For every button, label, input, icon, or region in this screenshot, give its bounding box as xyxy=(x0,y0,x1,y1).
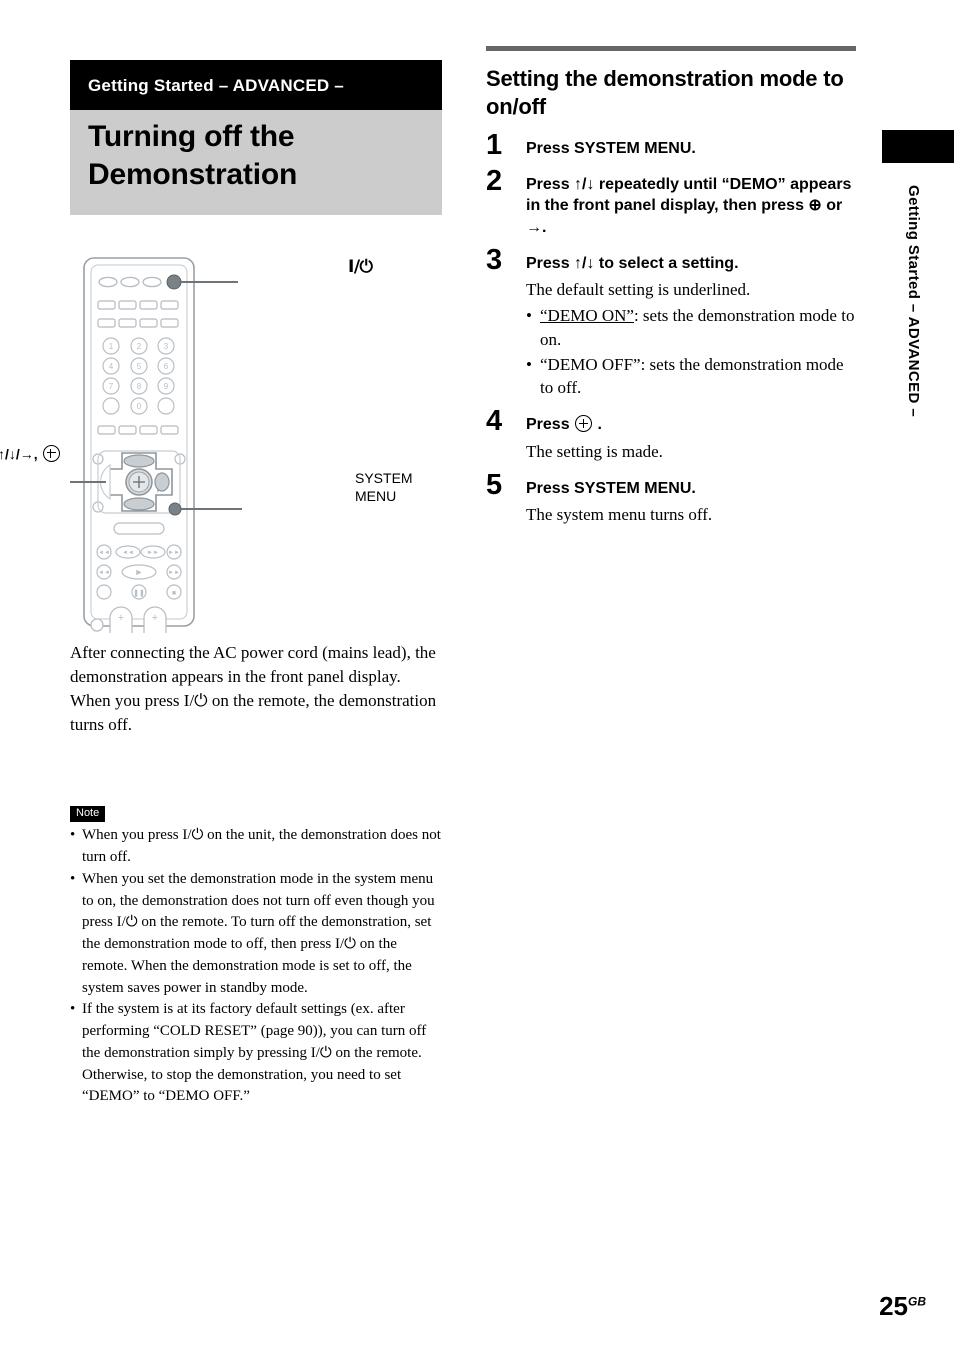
enter-circle-plus-icon xyxy=(575,415,593,433)
page-title: Turning off the Demonstration xyxy=(70,110,442,215)
nav-arrows-label: ↑/↓/→, xyxy=(0,445,38,462)
page-number-suffix: GB xyxy=(908,1294,926,1309)
svg-text:◄◄: ◄◄ xyxy=(98,550,110,556)
step-body: The setting is made. xyxy=(526,441,663,461)
system-menu-label-line1: SYSTEM xyxy=(355,469,413,486)
list-item: When you press I/⏻ on the unit, the demo… xyxy=(70,825,442,869)
remote-control-diagram: 1 2 3 4 5 6 7 8 9 0 ◄◄ ►► ◄◄ ►► ◄◄ ►► ► ❚❚ ■ +… xyxy=(70,256,242,633)
note-badge: Note xyxy=(70,806,106,823)
callout-label-system-menu: SYSTEM MENU xyxy=(355,469,413,505)
svg-text:►►: ►► xyxy=(168,570,180,576)
remote-system-menu-button xyxy=(168,502,182,516)
left-column: Getting Started – ADVANCED – Turning off… xyxy=(0,0,442,1108)
step-heading: Press SYSTEM MENU. xyxy=(526,479,696,497)
step-heading: Press ↑/↓ to select a setting. xyxy=(526,254,739,272)
chapter-band: Getting Started – ADVANCED – xyxy=(70,60,442,110)
svg-text:7: 7 xyxy=(109,382,114,391)
step-number: 3 xyxy=(486,243,503,276)
right-column: Setting the demonstration mode to on/off… xyxy=(486,46,858,527)
svg-text:1: 1 xyxy=(109,342,114,351)
step-number: 2 xyxy=(486,164,503,197)
list-item: When you set the demonstration mode in t… xyxy=(70,869,442,1000)
callout-label-nav: ↑/↓/→, xyxy=(0,444,61,462)
svg-text:6: 6 xyxy=(164,362,169,371)
svg-text:►►: ►► xyxy=(168,550,180,556)
callout-label-power: I/⏻ xyxy=(348,256,373,277)
svg-text:►►: ►► xyxy=(147,550,159,556)
step-number: 1 xyxy=(486,129,503,162)
step-number: 4 xyxy=(486,405,503,438)
svg-text:2: 2 xyxy=(137,342,142,351)
step-2: 2 Press ↑/↓ repeatedly until “DEMO” appe… xyxy=(486,166,858,239)
section-rule xyxy=(486,46,856,51)
step-body: The system menu turns off. xyxy=(526,505,713,525)
list-item: If the system is at its factory default … xyxy=(70,999,442,1108)
step-5: 5 Press SYSTEM MENU. The system menu tur… xyxy=(486,470,858,527)
page-number: 25GB xyxy=(879,1291,926,1322)
enter-circle-plus-icon xyxy=(42,444,60,462)
svg-text:+: + xyxy=(118,612,124,624)
step-3: 3 Press ↑/↓ to select a setting. The def… xyxy=(486,245,858,401)
edge-tab-label: Getting Started – ADVANCED – xyxy=(905,185,922,418)
svg-text:◄◄: ◄◄ xyxy=(122,550,134,556)
remote-illustration: 1 2 3 4 5 6 7 8 9 0 ◄◄ ►► ◄◄ ►► ◄◄ ►► ► ❚❚ ■ +… xyxy=(0,253,442,633)
list-item: “DEMO OFF”: sets the demonstration mode … xyxy=(526,353,858,401)
system-menu-label-line2: MENU xyxy=(355,487,397,504)
step-heading: Press . xyxy=(526,415,602,434)
svg-text:8: 8 xyxy=(137,382,142,391)
power-symbol: I/⏻ xyxy=(348,256,373,277)
step-body: The default setting is underlined. xyxy=(526,280,751,300)
default-setting-underline: “DEMO ON” xyxy=(540,306,634,326)
svg-text:3: 3 xyxy=(164,342,169,351)
intro-paragraph: After connecting the AC power cord (main… xyxy=(70,642,437,735)
svg-text:0: 0 xyxy=(137,402,142,411)
svg-text:4: 4 xyxy=(109,362,114,371)
svg-text:+: + xyxy=(152,612,158,624)
svg-text:5: 5 xyxy=(137,362,142,371)
step-bullet-list: “DEMO ON”: sets the demonstration mode t… xyxy=(526,304,858,400)
page-number-value: 25 xyxy=(879,1291,908,1321)
page-title-text: Turning off the Demonstration xyxy=(88,120,298,192)
svg-text:❚❚: ❚❚ xyxy=(133,589,145,597)
note-list: When you press I/⏻ on the unit, the demo… xyxy=(70,825,442,1108)
svg-text:■: ■ xyxy=(172,590,176,597)
svg-text:9: 9 xyxy=(164,382,169,391)
step-number: 5 xyxy=(486,468,503,501)
list-item: “DEMO ON”: sets the demonstration mode t… xyxy=(526,304,858,352)
step-heading: Press ↑/↓ repeatedly until “DEMO” appear… xyxy=(526,175,852,237)
svg-text:►: ► xyxy=(135,567,144,577)
section-heading: Setting the demonstration mode to on/off xyxy=(486,66,844,119)
step-1: 1 Press SYSTEM MENU. xyxy=(486,131,858,160)
remote-power-button xyxy=(166,274,182,290)
edge-tab-block xyxy=(882,130,954,163)
step-heading: Press SYSTEM MENU. xyxy=(526,140,696,158)
svg-text:◄◄: ◄◄ xyxy=(98,570,110,576)
step-4: 4 Press . The setting is made. xyxy=(486,407,858,463)
